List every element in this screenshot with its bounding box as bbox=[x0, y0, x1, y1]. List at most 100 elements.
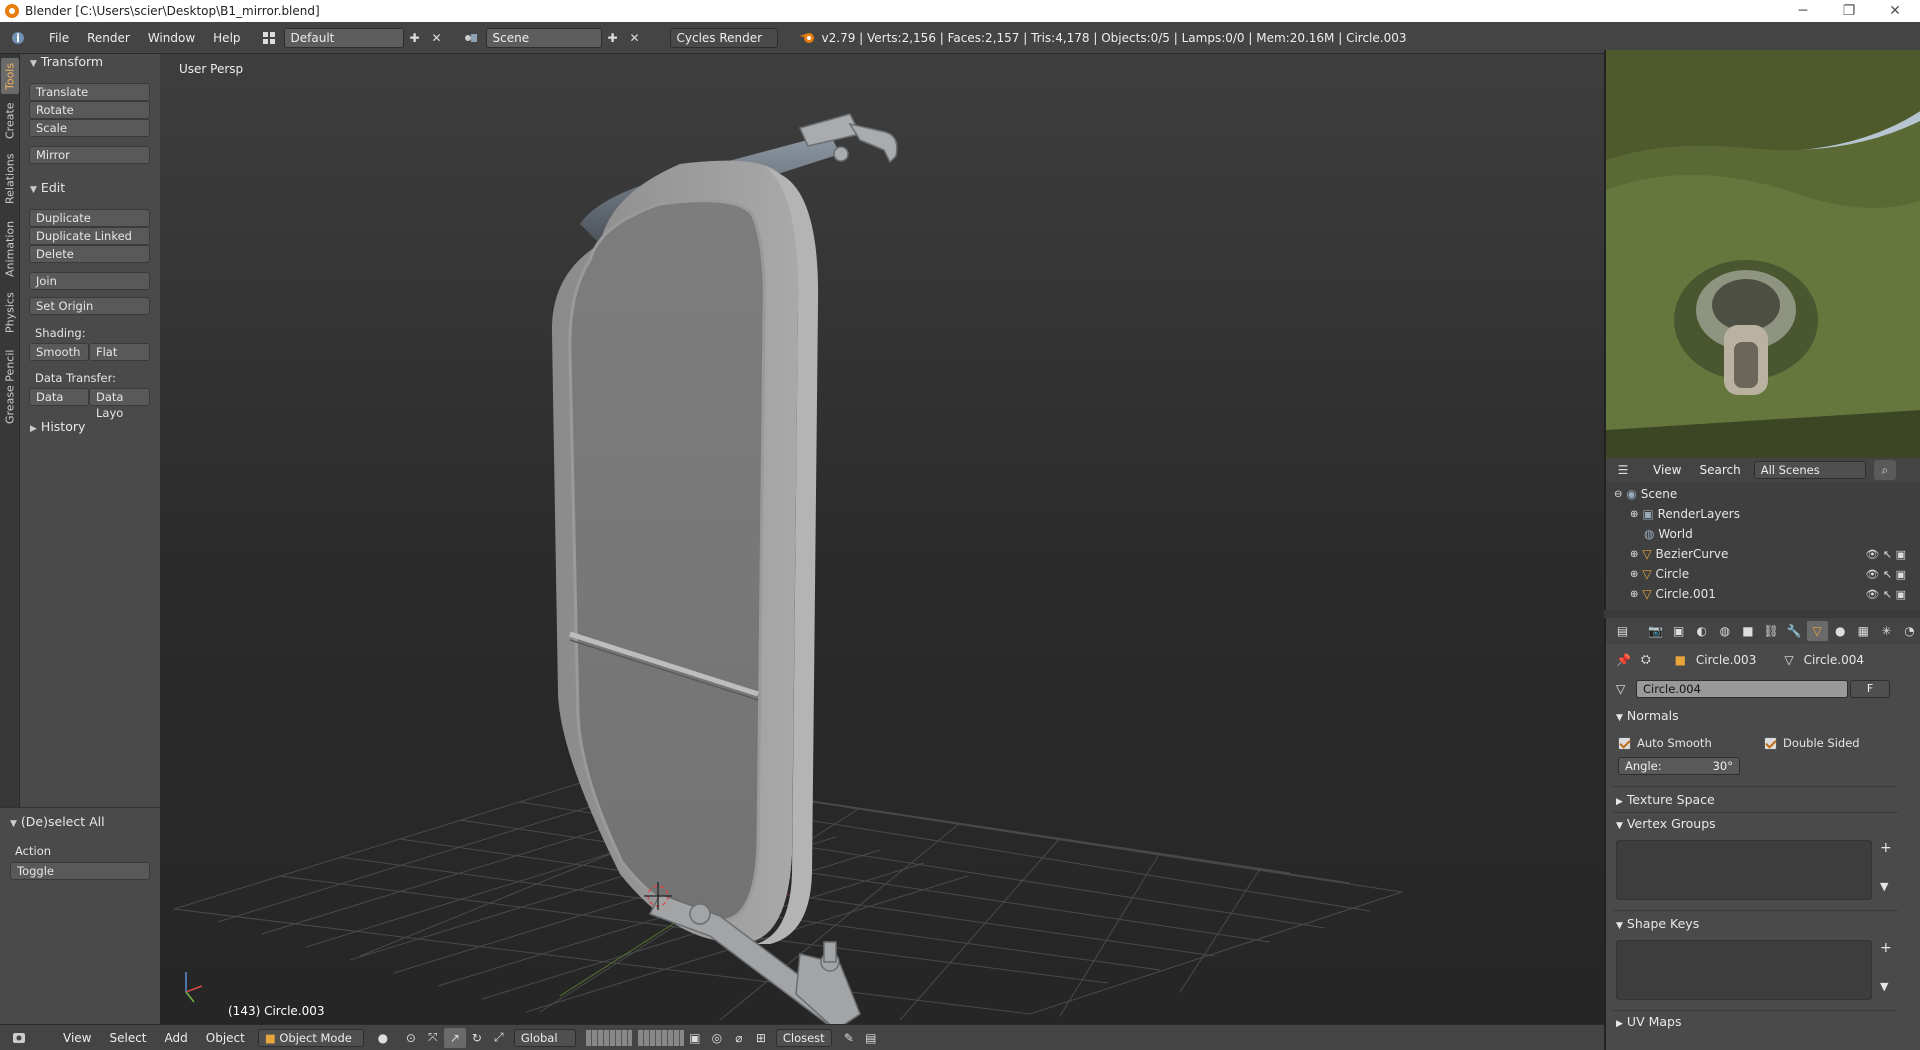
visibility-icons[interactable]: 👁 ↖ ▣ bbox=[1865, 588, 1906, 601]
render-engine-select[interactable]: Cycles Render bbox=[669, 27, 778, 48]
image-editor[interactable] bbox=[1604, 50, 1920, 458]
menu-select[interactable]: Select bbox=[100, 1031, 155, 1045]
edit-panel-header[interactable]: ▼ Edit bbox=[30, 180, 65, 195]
tab-grease-pencil[interactable]: Grease Pencil bbox=[1, 342, 19, 432]
shape-keys-list[interactable] bbox=[1616, 940, 1872, 1000]
deselect-all-header[interactable]: ▼ (De)select All bbox=[10, 814, 105, 829]
render-animation-icon[interactable]: ▤ bbox=[860, 1028, 882, 1048]
add-scene-icon[interactable]: ✚ bbox=[602, 28, 624, 48]
duplicate-button[interactable]: Duplicate bbox=[29, 209, 150, 227]
texture-tab-icon[interactable]: ▦ bbox=[1853, 621, 1874, 641]
material-tab-icon[interactable]: ● bbox=[1830, 621, 1851, 641]
outliner-row-renderlayers[interactable]: ⊕ ▣ RenderLayers bbox=[1606, 504, 1906, 524]
scene-icon[interactable] bbox=[460, 28, 482, 48]
scene-field[interactable]: Scene bbox=[485, 27, 602, 48]
history-panel-header[interactable]: ▶ History bbox=[30, 419, 85, 434]
layers-block-2[interactable] bbox=[637, 1029, 684, 1046]
proportional-edit-icon[interactable]: ◎ bbox=[706, 1028, 728, 1048]
transform-panel-header[interactable]: ▼ Transform bbox=[30, 54, 103, 69]
opengl-render-icon[interactable]: ✎ bbox=[838, 1028, 860, 1048]
outliner-row-circle[interactable]: ⊕ ▽ Circle 👁 ↖ ▣ bbox=[1606, 564, 1906, 584]
action-select[interactable]: Toggle bbox=[10, 862, 150, 880]
info-editor-type-icon[interactable] bbox=[6, 28, 30, 48]
screen-layout-icon[interactable] bbox=[258, 28, 280, 48]
close-window-button[interactable]: ✕ bbox=[1872, 0, 1918, 22]
duplicate-linked-button[interactable]: Duplicate Linked bbox=[29, 227, 150, 245]
outliner-row-scene[interactable]: ⊖ ◉ Scene bbox=[1606, 484, 1906, 504]
pivot-point-icon[interactable]: ⊙ bbox=[400, 1028, 422, 1048]
rotate-manipulator-icon[interactable]: ↻ bbox=[466, 1028, 488, 1048]
menu-render[interactable]: Render bbox=[78, 31, 139, 45]
lock-layers-icon[interactable]: ▣ bbox=[684, 1028, 706, 1048]
outliner-display-mode-select[interactable]: All Scenes bbox=[1753, 461, 1866, 479]
translate-button[interactable]: Translate bbox=[29, 83, 150, 101]
modifiers-tab-icon[interactable]: 🔧 bbox=[1784, 621, 1805, 641]
fake-user-button[interactable]: F bbox=[1850, 680, 1890, 698]
shade-smooth-button[interactable]: Smooth bbox=[29, 343, 89, 361]
visibility-icons[interactable]: 👁 ↖ ▣ bbox=[1865, 548, 1906, 561]
outliner-row-world[interactable]: ◍ World bbox=[1606, 524, 1906, 544]
angle-field[interactable]: Angle: 30° bbox=[1618, 757, 1740, 775]
vertex-group-menu-icon[interactable]: ▼ bbox=[1880, 880, 1888, 893]
minimize-button[interactable]: ─ bbox=[1780, 0, 1826, 22]
vertex-groups-list[interactable] bbox=[1616, 840, 1872, 900]
shade-flat-button[interactable]: Flat bbox=[89, 343, 150, 361]
menu-file[interactable]: File bbox=[40, 31, 78, 45]
outliner-menu-view[interactable]: View bbox=[1644, 463, 1690, 477]
3d-viewport[interactable]: User Persp (143) Circle.003 bbox=[160, 54, 1604, 1024]
layers-block-1[interactable] bbox=[585, 1029, 632, 1046]
snap-toggle-icon[interactable]: ⌀ bbox=[728, 1028, 750, 1048]
data-tab-icon[interactable]: ▽ bbox=[1806, 621, 1828, 641]
menu-view[interactable]: View bbox=[54, 1031, 100, 1045]
remove-scene-icon[interactable]: ✕ bbox=[624, 28, 646, 48]
rotate-button[interactable]: Rotate bbox=[29, 101, 150, 119]
interaction-mode-select[interactable]: ■ Object Mode bbox=[257, 1028, 364, 1047]
translate-manipulator-icon[interactable]: ↗ bbox=[443, 1027, 466, 1048]
shape-keys-panel-header[interactable]: ▼ Shape Keys bbox=[1616, 916, 1699, 931]
uv-maps-panel-header[interactable]: ▶ UV Maps bbox=[1616, 1014, 1682, 1029]
add-shape-key-icon[interactable]: + bbox=[1880, 940, 1892, 956]
tab-tools[interactable]: Tools bbox=[1, 58, 19, 94]
outliner-menu-search[interactable]: Search bbox=[1690, 463, 1749, 477]
render-tab-icon[interactable]: 📷 bbox=[1645, 621, 1666, 641]
menu-help[interactable]: Help bbox=[204, 31, 249, 45]
menu-object[interactable]: Object bbox=[197, 1031, 254, 1045]
delete-button[interactable]: Delete bbox=[29, 245, 150, 263]
set-origin-dropdown[interactable]: Set Origin bbox=[29, 297, 150, 315]
snap-target-select[interactable]: Closest bbox=[775, 1028, 832, 1047]
remove-layout-icon[interactable]: ✕ bbox=[426, 28, 448, 48]
mirror-button[interactable]: Mirror bbox=[29, 146, 150, 164]
scale-manipulator-icon[interactable]: ⤢ bbox=[488, 1028, 510, 1048]
scene-tab-icon[interactable]: ◐ bbox=[1691, 621, 1712, 641]
menu-add[interactable]: Add bbox=[156, 1031, 197, 1045]
restore-button[interactable]: ❐ bbox=[1826, 0, 1872, 22]
normals-panel-header[interactable]: ▼ Normals bbox=[1616, 708, 1679, 723]
object-tab-icon[interactable]: ■ bbox=[1737, 621, 1758, 641]
tab-physics[interactable]: Physics bbox=[1, 288, 19, 338]
mesh-name-field[interactable]: Circle.004 bbox=[1636, 680, 1848, 698]
transform-orientation-select[interactable]: Global bbox=[513, 1028, 576, 1047]
outliner-editor-icon[interactable]: ☰ bbox=[1612, 460, 1634, 480]
double-sided-checkbox[interactable]: Double Sided bbox=[1764, 736, 1860, 750]
add-vertex-group-icon[interactable]: + bbox=[1880, 840, 1892, 856]
data-layout-button[interactable]: Data Layo bbox=[89, 388, 150, 420]
menu-window[interactable]: Window bbox=[139, 31, 204, 45]
add-layout-icon[interactable]: ✚ bbox=[404, 28, 426, 48]
constraints-tab-icon[interactable]: ⛓ bbox=[1760, 621, 1781, 641]
data-transfer-button[interactable]: Data bbox=[29, 388, 89, 406]
scale-button[interactable]: Scale bbox=[29, 119, 150, 137]
tab-create[interactable]: Create bbox=[1, 98, 19, 144]
pin-icon[interactable]: 📌 bbox=[1616, 653, 1631, 667]
manipulator-toggle-icon[interactable]: ⤧ bbox=[422, 1028, 444, 1048]
snap-element-icon[interactable]: ⊞ bbox=[750, 1028, 772, 1048]
texture-space-panel-header[interactable]: ▶ Texture Space bbox=[1616, 792, 1715, 807]
shape-key-menu-icon[interactable]: ▼ bbox=[1880, 980, 1888, 993]
world-tab-icon[interactable]: ◍ bbox=[1714, 621, 1735, 641]
outliner-row-beziercurve[interactable]: ⊕ ▽ BezierCurve 👁 ↖ ▣ bbox=[1606, 544, 1906, 564]
particles-tab-icon[interactable]: ✳ bbox=[1876, 621, 1897, 641]
tab-relations[interactable]: Relations bbox=[1, 148, 19, 210]
tab-animation[interactable]: Animation bbox=[1, 214, 19, 284]
render-layers-tab-icon[interactable]: ▣ bbox=[1668, 621, 1689, 641]
join-button[interactable]: Join bbox=[29, 272, 150, 290]
editor-type-icon[interactable] bbox=[8, 1028, 30, 1048]
